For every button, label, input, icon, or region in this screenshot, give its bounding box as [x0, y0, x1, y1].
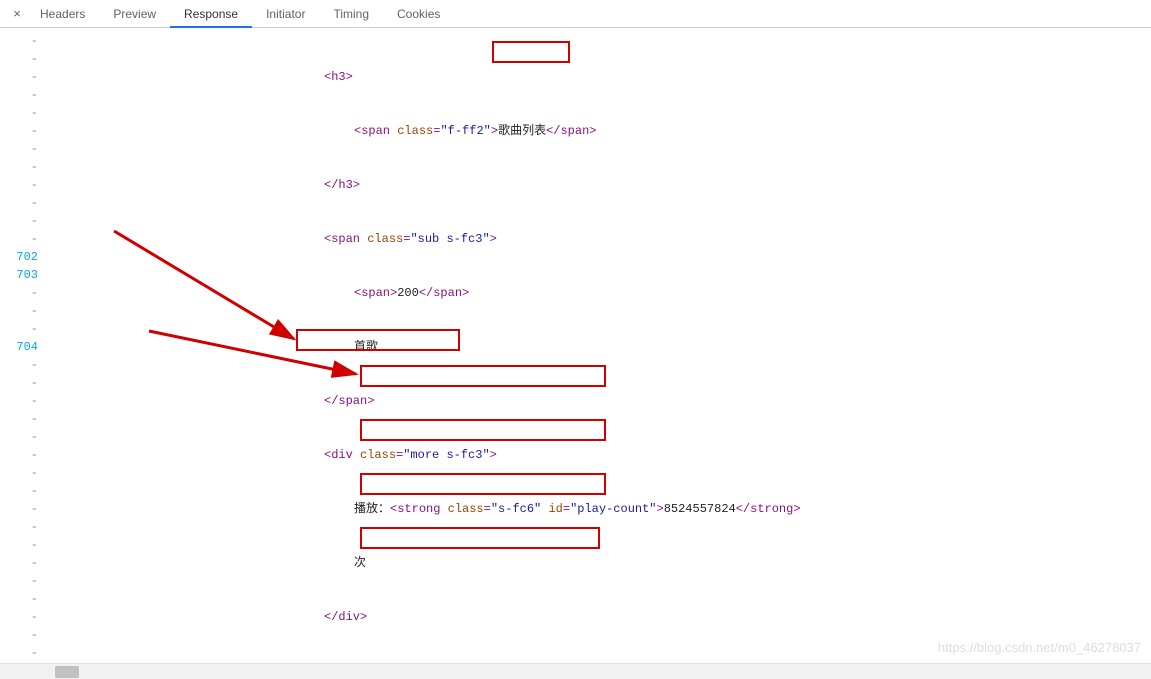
- close-icon[interactable]: ×: [8, 6, 26, 21]
- code-content[interactable]: <h3> <span class="f-ff2">歌曲列表</span> </h…: [54, 28, 1151, 663]
- scrollbar-thumb[interactable]: [55, 666, 79, 678]
- tab-cookies[interactable]: Cookies: [383, 0, 454, 28]
- annotation-box: [492, 41, 570, 63]
- horizontal-scrollbar[interactable]: [0, 663, 1151, 679]
- devtools-tabbar: × Headers Preview Response Initiator Tim…: [0, 0, 1151, 28]
- tab-preview[interactable]: Preview: [99, 0, 170, 28]
- tab-timing[interactable]: Timing: [319, 0, 383, 28]
- annotation-arrow: [144, 326, 374, 386]
- annotation-box: [360, 365, 606, 387]
- watermark-text: https://blog.csdn.net/m0_46278037: [938, 639, 1141, 657]
- tab-headers[interactable]: Headers: [26, 0, 99, 28]
- annotation-box: [360, 419, 606, 441]
- line-gutter: - - - - - - - - - - - - 702 703 - - - 70…: [0, 28, 54, 663]
- response-body[interactable]: - - - - - - - - - - - - 702 703 - - - 70…: [0, 28, 1151, 663]
- annotation-box: [360, 527, 600, 549]
- tab-initiator[interactable]: Initiator: [252, 0, 319, 28]
- tab-response[interactable]: Response: [170, 0, 252, 28]
- annotation-box: [360, 473, 606, 495]
